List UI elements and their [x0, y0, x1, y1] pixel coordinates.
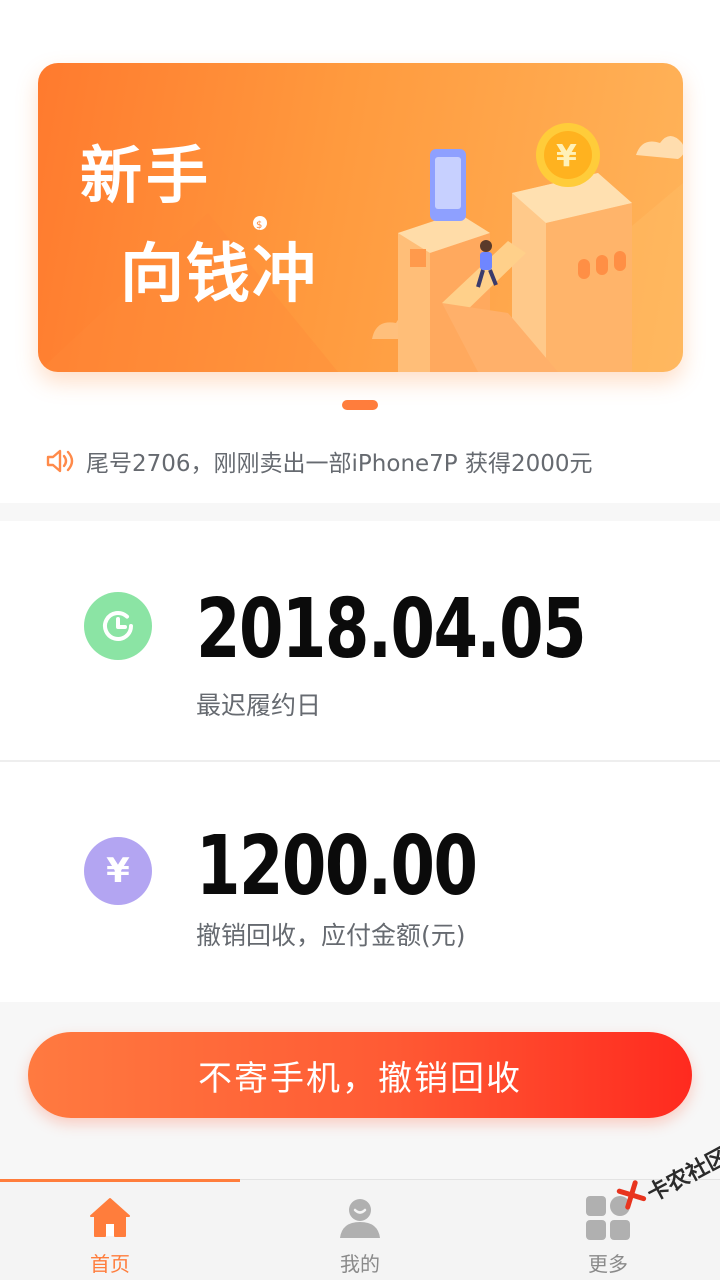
banner-illustration: ¥ $ [38, 123, 683, 372]
svg-text:¥: ¥ [556, 139, 577, 174]
watermark-text: 卡农社区 [643, 1143, 720, 1208]
notice-text: 尾号2706，刚刚卖出一部iPhone7P 获得2000元 [86, 451, 593, 477]
notice-bar: 尾号2706，刚刚卖出一部iPhone7P 获得2000元 [44, 443, 593, 479]
profile-icon [340, 1199, 380, 1238]
due-date-value: 2018.04.05 [196, 582, 587, 677]
due-date-label: 最迟履约日 [196, 691, 322, 720]
top-section: ¥ $ 新手 向钱冲 尾号2706，刚刚卖出一部iPhone7P 获得2000元 [0, 0, 720, 503]
promo-banner[interactable]: ¥ $ 新手 向钱冲 [38, 63, 683, 372]
tab-home-label: 首页 [90, 1252, 130, 1276]
banner-title-line2: 向钱冲 [120, 238, 318, 312]
yuan-icon: ¥ [84, 837, 152, 905]
tab-mine-label: 我的 [340, 1252, 380, 1276]
bottom-tab-bar: 首页 我的 更多 [0, 1179, 720, 1280]
amount-value: 1200.00 [196, 819, 478, 914]
tab-home[interactable]: 首页 [0, 1180, 240, 1280]
due-date-card: 2018.04.05 最迟履约日 [0, 521, 720, 760]
home-icon [90, 1198, 130, 1237]
amount-card: ¥ 1200.00 撤销回收，应付金额(元) [0, 762, 720, 1002]
tab-more-label: 更多 [588, 1252, 628, 1276]
amount-label: 撤销回收，应付金额(元) [196, 921, 466, 950]
clock-icon [84, 592, 152, 660]
tab-mine[interactable]: 我的 [240, 1180, 480, 1280]
banner-pager-dot[interactable] [342, 400, 378, 410]
speaker-icon [46, 449, 74, 473]
banner-title-line1: 新手 [80, 139, 213, 212]
cancel-recycle-button[interactable]: 不寄手机，撤销回收 [28, 1032, 692, 1118]
